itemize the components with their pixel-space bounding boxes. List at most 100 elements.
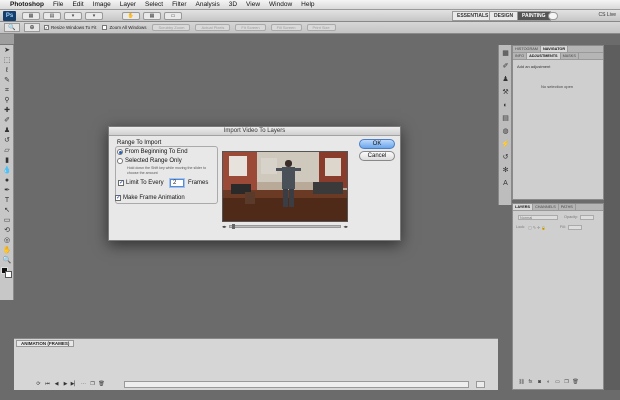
actions-icon[interactable]: ⚡ bbox=[501, 140, 510, 149]
animation-frames-tab[interactable]: ANIMATION (FRAMES) bbox=[16, 340, 75, 347]
loop-options-icon[interactable]: ⟳ bbox=[34, 381, 43, 388]
scrub-track[interactable] bbox=[228, 224, 342, 229]
3d-rotate-tool-icon[interactable]: ⟲ bbox=[2, 226, 12, 235]
cancel-button[interactable]: Cancel bbox=[359, 151, 395, 161]
brush-panel-icon[interactable]: ✐ bbox=[501, 62, 510, 71]
print-size-button[interactable]: Print Size bbox=[306, 24, 336, 31]
history-icon[interactable]: ↺ bbox=[501, 153, 510, 162]
menu-filter[interactable]: Filter bbox=[172, 1, 186, 8]
crop-tool-icon[interactable]: ⌗ bbox=[2, 86, 12, 95]
menu-analysis[interactable]: Analysis bbox=[196, 1, 220, 8]
marquee-tool-icon[interactable]: ⬚ bbox=[2, 56, 12, 65]
radio-beginning-to-end[interactable]: From Beginning To End bbox=[117, 149, 188, 155]
swatches-icon[interactable]: ▤ bbox=[501, 114, 510, 123]
gradient-tool-icon[interactable]: ▮ bbox=[2, 156, 12, 165]
fit-screen-button[interactable]: Fit Screen bbox=[235, 24, 266, 31]
bridge-button[interactable]: ▦ bbox=[22, 12, 40, 20]
3d-panel-icon[interactable]: ✻ bbox=[501, 166, 510, 175]
make-frame-animation-checkbox[interactable]: ✓ Make Frame Animation bbox=[115, 195, 185, 201]
hand-tool-icon[interactable]: ✋ bbox=[2, 246, 12, 255]
menu-file[interactable]: File bbox=[53, 1, 63, 8]
menu-help[interactable]: Help bbox=[301, 1, 314, 8]
arrange-documents-button[interactable]: ▦ bbox=[143, 12, 161, 20]
play-icon[interactable]: ▸ bbox=[224, 224, 226, 230]
prev-frame-icon[interactable]: ◀ bbox=[52, 381, 61, 388]
actual-pixels-button[interactable]: Actual Pixels bbox=[195, 24, 231, 31]
delete-layer-icon[interactable]: 🗑 bbox=[571, 379, 580, 386]
blur-tool-icon[interactable]: 💧 bbox=[2, 166, 12, 175]
tab-paths[interactable]: PATHS bbox=[559, 204, 576, 210]
tab-layers[interactable]: LAYERS bbox=[513, 204, 534, 210]
eraser-tool-icon[interactable]: ▱ bbox=[2, 146, 12, 155]
fill-field[interactable] bbox=[567, 224, 582, 230]
history-brush-tool-icon[interactable]: ↺ bbox=[2, 136, 12, 145]
layer-mask-icon[interactable]: ◙ bbox=[535, 379, 544, 386]
zoom-in-out-icon[interactable]: ⊕ bbox=[24, 23, 40, 32]
menu-3d[interactable]: 3D bbox=[229, 1, 237, 8]
tab-adjustments[interactable]: ADJUSTMENTS bbox=[527, 53, 561, 59]
workspace-painting[interactable]: PAINTING bbox=[517, 11, 551, 21]
tab-info[interactable]: INFO bbox=[513, 53, 528, 59]
dodge-tool-icon[interactable]: ● bbox=[2, 176, 12, 185]
mini-bridge-button[interactable]: ▤ bbox=[43, 12, 61, 20]
tools-panel-header[interactable] bbox=[0, 34, 14, 45]
opacity-field[interactable] bbox=[579, 214, 594, 220]
duplicate-frame-icon[interactable]: ❐ bbox=[88, 381, 97, 388]
scrubby-zoom-button[interactable]: Scrubby Zoom bbox=[152, 24, 191, 31]
brush-presets-icon[interactable]: ▦ bbox=[501, 49, 510, 58]
scrub-handle[interactable] bbox=[231, 224, 235, 229]
fill-screen-button[interactable]: Fill Screen bbox=[270, 24, 302, 31]
blend-mode-select[interactable]: Normal bbox=[518, 214, 558, 220]
background-color-swatch[interactable] bbox=[5, 271, 12, 278]
delete-frame-icon[interactable]: 🗑 bbox=[97, 381, 106, 388]
hand-tool-button[interactable]: ✋ bbox=[122, 12, 140, 20]
limit-to-every-checkbox[interactable]: ✓ Limit To Every bbox=[118, 180, 164, 186]
tab-masks[interactable]: MASKS bbox=[561, 53, 579, 59]
menu-select[interactable]: Select bbox=[145, 1, 163, 8]
3d-orbit-tool-icon[interactable]: ◎ bbox=[2, 236, 12, 245]
lock-icons[interactable]: ▢ ✎ ✛ 🔒 bbox=[528, 225, 546, 230]
zoom-tool-icon[interactable]: 🔍 bbox=[2, 256, 12, 265]
new-group-icon[interactable]: ▭ bbox=[553, 379, 562, 386]
tab-channels[interactable]: CHANNELS bbox=[533, 204, 559, 210]
workspace-essentials[interactable]: ESSENTIALS bbox=[452, 11, 494, 21]
brush-tool-icon[interactable]: ✐ bbox=[2, 116, 12, 125]
quick-select-tool-icon[interactable]: ✎ bbox=[2, 76, 12, 85]
zoom-tool-preset[interactable]: 🔍 bbox=[4, 23, 20, 32]
ok-button[interactable]: OK bbox=[359, 139, 395, 149]
resize-windows-checkbox[interactable]: ✓ Resize Windows To Fit bbox=[44, 25, 96, 30]
move-tool-icon[interactable]: ➤ bbox=[2, 46, 12, 55]
extras-button[interactable]: ▾ bbox=[64, 12, 82, 20]
tween-icon[interactable]: ⋯ bbox=[79, 381, 88, 388]
character-panel-icon[interactable]: A bbox=[501, 179, 510, 188]
menu-edit[interactable]: Edit bbox=[72, 1, 83, 8]
type-tool-icon[interactable]: T bbox=[2, 196, 12, 205]
zoom-all-windows-checkbox[interactable]: Zoom All Windows bbox=[102, 25, 146, 30]
color-panel-icon[interactable]: ◐ bbox=[501, 101, 510, 110]
first-frame-icon[interactable]: ⏮ bbox=[43, 381, 52, 388]
animation-scrollbar[interactable] bbox=[124, 381, 469, 388]
trim-icon[interactable]: ◂▸ bbox=[343, 224, 348, 230]
shape-tool-icon[interactable]: ▭ bbox=[2, 216, 12, 225]
radio-selected-range[interactable]: Selected Range Only bbox=[117, 158, 182, 164]
tab-navigator[interactable]: NAVIGATOR bbox=[540, 46, 569, 52]
convert-timeline-icon[interactable] bbox=[476, 381, 485, 388]
next-frame-icon[interactable]: ▶▏ bbox=[70, 381, 79, 388]
eyedropper-tool-icon[interactable]: ⚲ bbox=[2, 96, 12, 105]
link-layers-icon[interactable]: ⛓ bbox=[517, 379, 526, 386]
cs-live-button[interactable]: CS Live bbox=[598, 12, 616, 18]
play-icon[interactable]: ▶ bbox=[61, 381, 70, 388]
layer-style-icon[interactable]: fx bbox=[526, 379, 535, 386]
pen-tool-icon[interactable]: ✒ bbox=[2, 186, 12, 195]
clone-source-icon[interactable]: ♟ bbox=[501, 75, 510, 84]
screen-mode-button[interactable]: ▭ bbox=[164, 12, 182, 20]
styles-icon[interactable]: ◍ bbox=[501, 127, 510, 136]
menu-view[interactable]: View bbox=[246, 1, 260, 8]
new-layer-icon[interactable]: ❐ bbox=[562, 379, 571, 386]
menu-window[interactable]: Window bbox=[269, 1, 292, 8]
menu-layer[interactable]: Layer bbox=[120, 1, 136, 8]
tool-presets-icon[interactable]: ⚒ bbox=[501, 88, 510, 97]
adjustment-layer-icon[interactable]: ◐ bbox=[544, 379, 553, 386]
zoom-level-button[interactable]: ▾ bbox=[85, 12, 103, 20]
menu-image[interactable]: Image bbox=[93, 1, 111, 8]
